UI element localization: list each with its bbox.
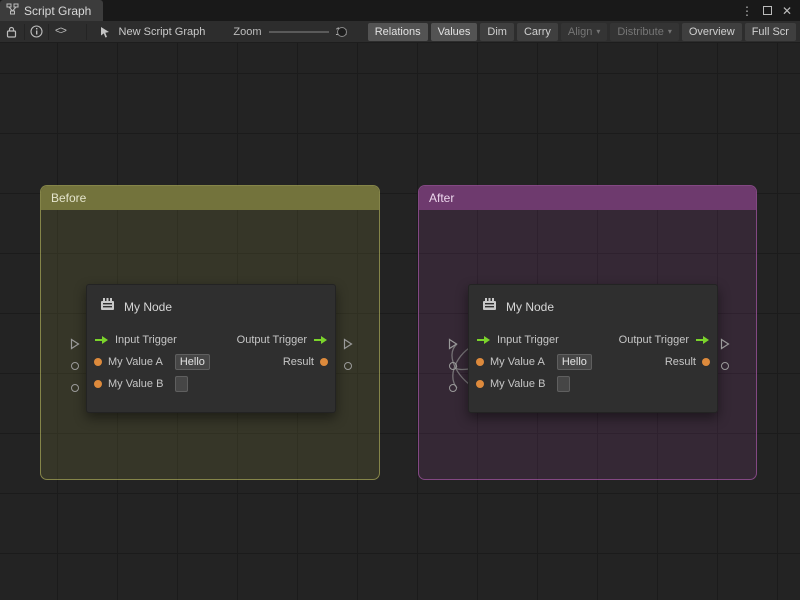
- value-a-label: My Value A: [490, 356, 545, 368]
- trigger-row: Input Trigger Output Trigger: [87, 329, 335, 351]
- outer-input-trigger-port[interactable]: [70, 338, 80, 350]
- output-trigger-label: Output Trigger: [237, 334, 307, 346]
- value-b-input[interactable]: [175, 376, 188, 392]
- value-b-input[interactable]: [557, 376, 570, 392]
- info-icon[interactable]: [28, 22, 44, 42]
- outer-output-trigger-port[interactable]: [720, 338, 730, 350]
- tab-script-graph[interactable]: Script Graph: [0, 0, 103, 21]
- kebab-menu-icon[interactable]: ⋮: [741, 5, 753, 17]
- result-port[interactable]: [320, 358, 328, 366]
- outer-output-trigger-port[interactable]: [343, 338, 353, 350]
- graph-name-label[interactable]: New Script Graph: [119, 26, 206, 38]
- outer-result-port[interactable]: [344, 362, 352, 370]
- overview-button[interactable]: Overview: [682, 23, 742, 41]
- output-trigger-label: Output Trigger: [619, 334, 689, 346]
- zoom-label: Zoom: [233, 26, 261, 38]
- input-trigger-label: Input Trigger: [115, 334, 177, 346]
- trigger-row: Input Trigger Output Trigger: [469, 329, 717, 351]
- fullscreen-button[interactable]: Full Scr: [745, 23, 796, 41]
- value-b-row: My Value B: [469, 373, 717, 395]
- lock-icon[interactable]: [4, 22, 20, 42]
- outer-result-port[interactable]: [721, 362, 729, 370]
- zoom-slider-track[interactable]: [269, 31, 329, 33]
- unit-icon: [481, 296, 498, 318]
- toolbar-separator: [24, 24, 25, 40]
- relations-button[interactable]: Relations: [368, 23, 428, 41]
- group-after[interactable]: After My Node: [418, 185, 757, 480]
- result-label: Result: [665, 356, 696, 368]
- value-a-port[interactable]: [476, 358, 484, 366]
- output-trigger-port[interactable]: [695, 335, 710, 345]
- zoom-slider-handle[interactable]: [337, 27, 347, 37]
- result-label: Result: [283, 356, 314, 368]
- input-trigger-port[interactable]: [476, 335, 491, 345]
- value-b-port[interactable]: [94, 380, 102, 388]
- node-my-node-after[interactable]: My Node Input Trigger Output Trigger My …: [468, 284, 718, 413]
- node-header[interactable]: My Node: [87, 285, 335, 329]
- outer-value-a-port[interactable]: [449, 362, 457, 370]
- zoom-slider[interactable]: [269, 25, 329, 39]
- group-before-header[interactable]: Before: [41, 186, 379, 210]
- pointer-icon: [97, 22, 113, 42]
- toolbar-separator: [48, 24, 49, 40]
- window-controls: ⋮ ✕: [741, 0, 800, 21]
- group-before[interactable]: Before My Node: [40, 185, 380, 480]
- values-button[interactable]: Values: [431, 23, 478, 41]
- close-icon[interactable]: ✕: [782, 5, 792, 17]
- value-a-input[interactable]: Hello: [175, 354, 210, 370]
- group-title: After: [429, 191, 454, 205]
- align-button[interactable]: Align ▾: [561, 23, 607, 41]
- outer-value-a-port[interactable]: [71, 362, 79, 370]
- graph-canvas[interactable]: Before My Node: [0, 43, 800, 600]
- output-trigger-port[interactable]: [313, 335, 328, 345]
- tab-bar: Script Graph ⋮ ✕: [0, 0, 800, 21]
- value-a-row: My Value A Hello Result: [87, 351, 335, 373]
- outer-value-b-port[interactable]: [71, 384, 79, 392]
- value-a-label: My Value A: [108, 356, 163, 368]
- distribute-button-label: Distribute: [617, 26, 663, 38]
- code-icon[interactable]: <>: [53, 22, 69, 42]
- unit-icon: [99, 296, 116, 318]
- value-b-port[interactable]: [476, 380, 484, 388]
- toolbar-buttons: Relations Values Dim Carry Align ▾ Distr…: [365, 23, 796, 41]
- outer-input-trigger-port[interactable]: [448, 338, 458, 350]
- group-after-header[interactable]: After: [419, 186, 756, 210]
- carry-button[interactable]: Carry: [517, 23, 558, 41]
- align-button-label: Align: [568, 26, 592, 38]
- toolbar-separator: [86, 24, 87, 40]
- result-port[interactable]: [702, 358, 710, 366]
- chevron-down-icon: ▾: [668, 28, 672, 36]
- graph-toolbar: <> New Script Graph Zoom 1x Relations Va…: [0, 21, 800, 43]
- node-header[interactable]: My Node: [469, 285, 717, 329]
- value-b-row: My Value B: [87, 373, 335, 395]
- input-trigger-port[interactable]: [94, 335, 109, 345]
- script-graph-icon: [6, 3, 19, 18]
- chevron-down-icon: ▾: [596, 28, 600, 36]
- node-title: My Node: [124, 300, 172, 314]
- tab-title: Script Graph: [24, 4, 91, 18]
- maximize-icon[interactable]: [763, 5, 772, 17]
- value-a-row: My Value A Hello Result: [469, 351, 717, 373]
- unity-script-graph-window: Script Graph ⋮ ✕ <>: [0, 0, 800, 600]
- value-b-label: My Value B: [490, 378, 545, 390]
- value-a-port[interactable]: [94, 358, 102, 366]
- node-my-node-before[interactable]: My Node Input Trigger Output Trigger My …: [86, 284, 336, 413]
- dim-button[interactable]: Dim: [480, 23, 514, 41]
- input-trigger-label: Input Trigger: [497, 334, 559, 346]
- value-b-label: My Value B: [108, 378, 163, 390]
- outer-value-b-port[interactable]: [449, 384, 457, 392]
- value-a-input[interactable]: Hello: [557, 354, 592, 370]
- distribute-button[interactable]: Distribute ▾: [610, 23, 678, 41]
- group-title: Before: [51, 191, 86, 205]
- node-title: My Node: [506, 300, 554, 314]
